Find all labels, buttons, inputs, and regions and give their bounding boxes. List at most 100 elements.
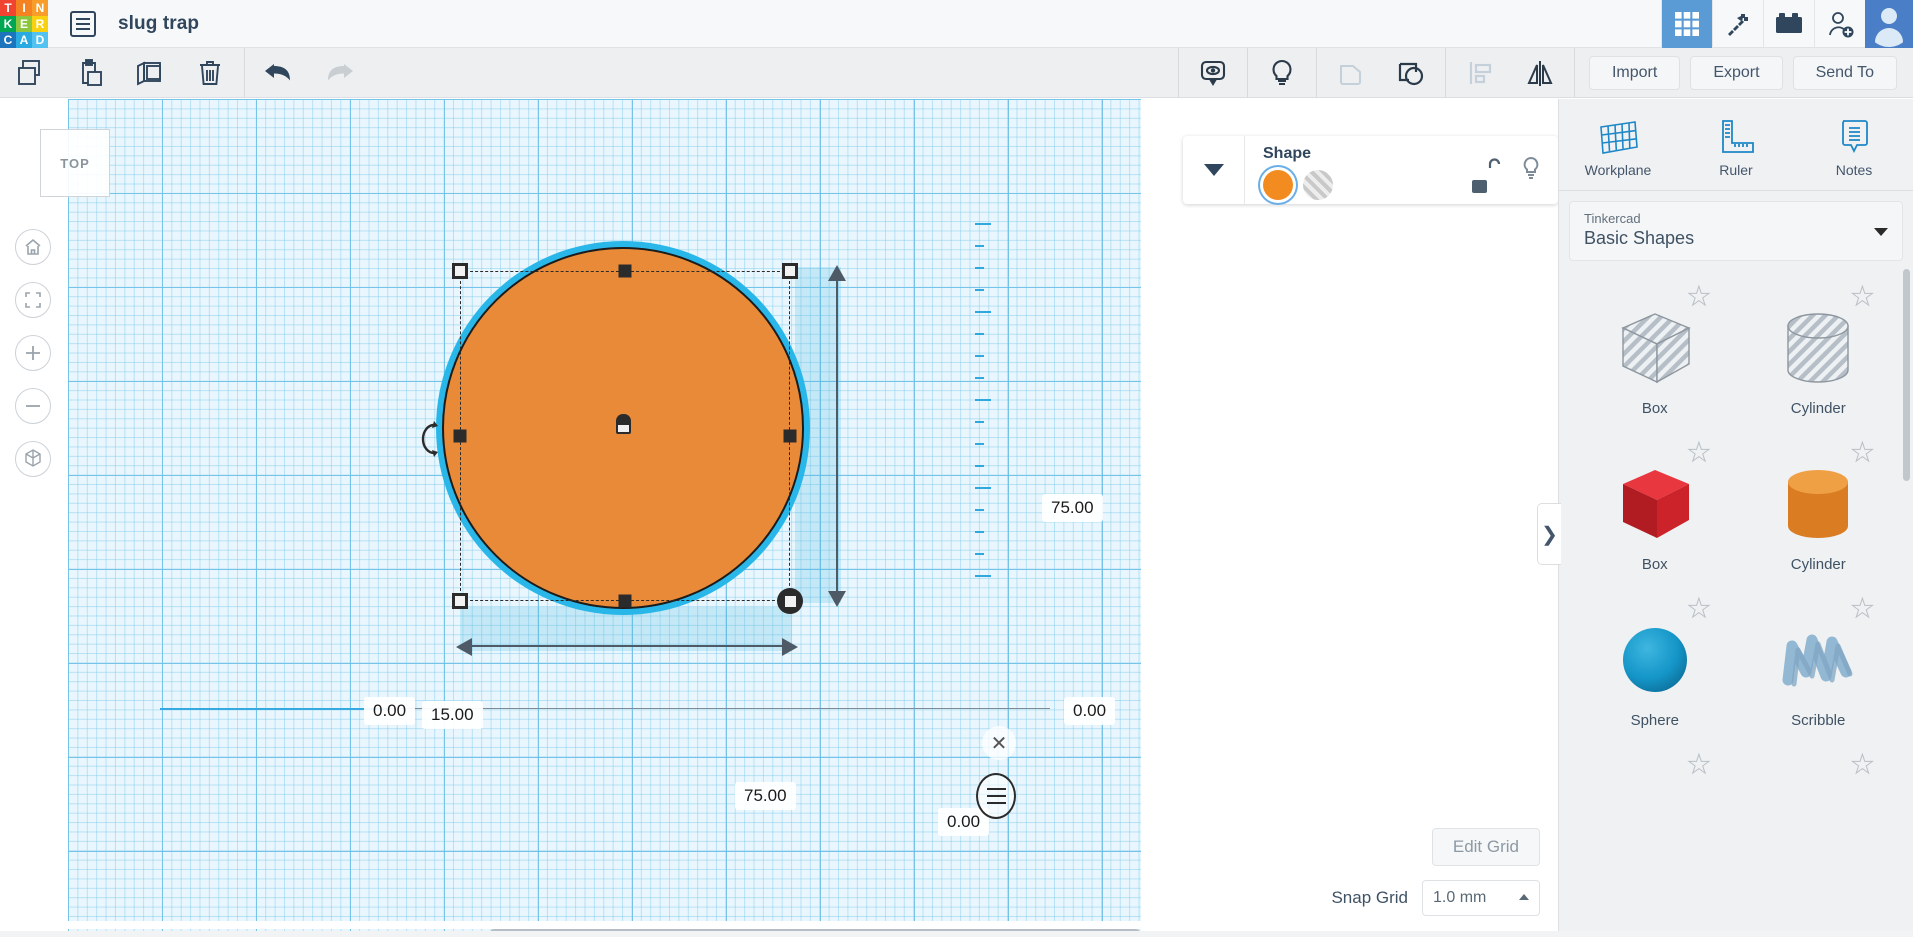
unlock-icon[interactable] (1484, 157, 1506, 181)
align-icon[interactable] (1450, 48, 1510, 98)
logo-cell-n: N (32, 0, 48, 16)
group-icon[interactable] (1381, 48, 1441, 98)
minecraft-pickaxe-icon[interactable] (1712, 0, 1763, 48)
sidebar-scrollbar[interactable] (1903, 269, 1910, 481)
light-bulb-icon[interactable] (1520, 156, 1542, 182)
resize-handle-bottom-center[interactable] (619, 595, 632, 608)
shape-card-hole-box[interactable]: ★ Box (1573, 269, 1737, 425)
zoom-out-icon[interactable] (15, 388, 51, 424)
width-dimension-line (462, 645, 790, 647)
dimension-menu-icon[interactable] (976, 773, 1016, 819)
rotate-handle-icon[interactable] (420, 419, 442, 457)
shape-inspector-panel: Shape (1183, 136, 1558, 204)
shape-card-next-a[interactable]: ★ (1573, 737, 1737, 893)
mirror-icon[interactable] (1510, 48, 1570, 98)
resize-handle-top-right[interactable] (782, 263, 798, 279)
resize-handle-mid-right[interactable] (784, 430, 797, 443)
shape-card-hole-cylinder[interactable]: ★ Cylinder (1737, 269, 1901, 425)
ungroup-icon[interactable] (1321, 48, 1381, 98)
width-arrow-right (780, 637, 798, 657)
add-user-icon[interactable] (1814, 0, 1865, 48)
export-button[interactable]: Export (1690, 56, 1782, 90)
paste-icon[interactable] (60, 48, 120, 98)
logo-cell-k: K (0, 16, 16, 32)
shape-card-next-b[interactable]: ★ (1737, 737, 1901, 893)
show-hide-icon[interactable] (1183, 48, 1243, 98)
shape-card-cylinder[interactable]: ★ Cylinder (1737, 425, 1901, 581)
resize-handle-bottom-left[interactable] (452, 593, 468, 609)
shape-card-box[interactable]: ★ Box (1573, 425, 1737, 581)
sidebar-collapse-handle[interactable]: ❯ (1537, 503, 1561, 565)
main-toolbar: Import Export Send To (0, 48, 1913, 98)
shape-card-sphere[interactable]: ★ Sphere (1573, 581, 1737, 737)
hole-cylinder-thumbnail (1772, 302, 1864, 394)
width-dimension-label[interactable]: 75.00 (735, 782, 796, 810)
sidebar-tool-notes[interactable]: Notes (1795, 99, 1913, 190)
close-icon[interactable]: ✕ (982, 726, 1016, 760)
toolbar-divider-6 (1574, 48, 1575, 98)
fit-to-view-icon[interactable] (15, 282, 51, 318)
grid-bottom-edge (68, 921, 1141, 929)
hole-box-thumbnail (1609, 302, 1701, 394)
undo-icon[interactable] (249, 48, 309, 98)
offset-left-secondary-label[interactable]: 15.00 (422, 701, 483, 729)
delete-icon[interactable] (180, 48, 240, 98)
apps-grid-icon[interactable] (1661, 0, 1712, 48)
design-canvas[interactable]: TOP (0, 99, 1141, 937)
view-cube[interactable]: TOP (40, 129, 110, 197)
favorite-star-icon[interactable]: ★ (1851, 749, 1874, 780)
duplicate-icon[interactable] (120, 48, 180, 98)
shapes-sidebar: ❯ Workplane Ruler (1558, 99, 1913, 937)
solid-swatch[interactable] (1263, 170, 1293, 200)
edit-grid-button[interactable]: Edit Grid (1432, 828, 1540, 866)
copy-icon[interactable] (0, 48, 60, 98)
sphere-thumbnail (1609, 614, 1701, 706)
toolbar-divider-3 (1247, 48, 1248, 98)
sidebar-tool-ruler[interactable]: Ruler (1677, 99, 1795, 190)
logo-cell-d: D (32, 32, 48, 48)
favorite-star-icon[interactable]: ★ (1687, 749, 1710, 780)
shape-card-label: Scribble (1791, 712, 1845, 729)
cylinder-thumbnail (1772, 458, 1864, 550)
hole-swatch[interactable] (1303, 170, 1333, 200)
view-cube-label: TOP (60, 156, 90, 171)
snap-grid-select[interactable]: 1.0 mm (1422, 880, 1540, 916)
snap-grid-value: 1.0 mm (1433, 889, 1486, 907)
send-to-button[interactable]: Send To (1793, 56, 1897, 90)
width-arrow-left (456, 637, 474, 657)
height-dimension-label[interactable]: 75.00 (1042, 494, 1103, 522)
perspective-toggle-icon[interactable] (15, 441, 51, 477)
offset-left-label[interactable]: 0.00 (364, 697, 415, 725)
tinkercad-logo[interactable]: T I N K E R C A D (0, 0, 48, 48)
home-icon[interactable] (15, 229, 51, 265)
resize-handle-bottom-right[interactable] (777, 588, 803, 614)
redo-icon[interactable] (309, 48, 369, 98)
ruler-tick-marks (975, 219, 991, 599)
logo-cell-i: I (16, 0, 32, 16)
chevron-down-icon[interactable] (1874, 228, 1888, 236)
chevron-down-icon[interactable] (1183, 136, 1245, 204)
collection-provider: Tinkercad (1584, 211, 1888, 226)
document-list-icon[interactable] (70, 11, 96, 37)
navigation-buttons (15, 229, 51, 494)
light-bulb-icon[interactable] (1252, 48, 1312, 98)
logo-cell-c: C (0, 32, 16, 48)
notes-icon (1831, 117, 1877, 157)
lego-brick-icon[interactable] (1763, 0, 1814, 48)
zoom-in-icon[interactable] (15, 335, 51, 371)
sidebar-tool-workplane[interactable]: Workplane (1559, 99, 1677, 190)
height-arrow-bottom (827, 589, 847, 607)
resize-handle-top-center[interactable] (619, 265, 632, 278)
toolbar-divider-2 (1178, 48, 1179, 98)
shape-collection-selector[interactable]: Tinkercad Basic Shapes (1569, 201, 1903, 261)
horizontal-axis-guide-highlight (160, 708, 390, 710)
resize-handle-mid-left[interactable] (454, 430, 467, 443)
offset-right-label[interactable]: 0.00 (1064, 697, 1115, 725)
top-bar: T I N K E R C A D slug trap (0, 0, 1913, 48)
shape-center-marker[interactable] (616, 414, 631, 434)
resize-handle-top-left[interactable] (452, 263, 468, 279)
shape-card-scribble[interactable]: ★ Scribble (1737, 581, 1901, 737)
shape-card-label: Box (1642, 556, 1668, 573)
avatar[interactable] (1865, 0, 1913, 48)
import-button[interactable]: Import (1589, 56, 1680, 90)
